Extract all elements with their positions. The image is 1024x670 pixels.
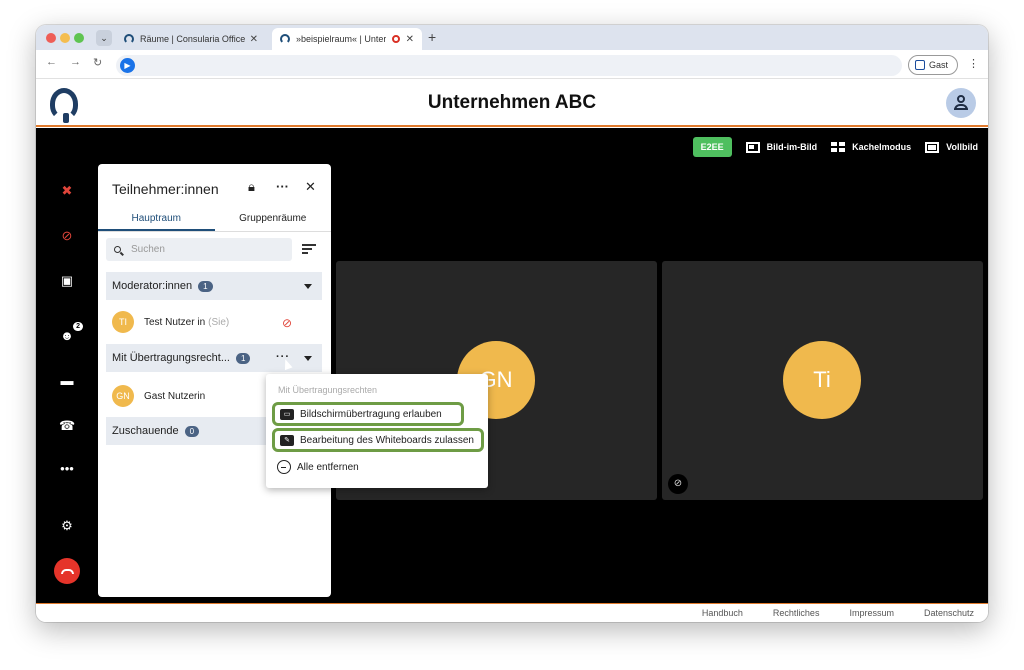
screen-share-icon: ▭ — [280, 408, 294, 420]
fullscreen-icon — [925, 141, 940, 153]
menu-item-allow-whiteboard[interactable]: ✎ Bearbeitung des Whiteboards zulassen — [272, 428, 484, 452]
tab-close-icon[interactable]: ✕ — [250, 34, 258, 45]
recording-icon — [391, 35, 400, 43]
panel-tabs: Hauptraum Gruppenräume — [98, 210, 331, 232]
mic-off-icon: ⊘ — [282, 316, 293, 330]
video-avatar: Ti — [783, 341, 861, 419]
profile-button[interactable]: Gast — [908, 55, 958, 75]
more-icon[interactable]: ••• — [59, 461, 75, 477]
search-input[interactable]: Suchen — [106, 238, 292, 261]
footer-link-datenschutz[interactable]: Datenschutz — [924, 608, 974, 618]
menu-item-allow-screenshare[interactable]: ▭ Bildschirmübertragung erlauben — [272, 402, 464, 426]
address-bar: ← → ↻ ▶ Gast ⋮ — [36, 50, 988, 79]
close-icon[interactable]: ✕ — [305, 179, 316, 195]
context-menu: Mit Übertragungsrechten ▭ Bildschirmüber… — [266, 374, 488, 488]
footer-link-rechtliches[interactable]: Rechtliches — [773, 608, 820, 618]
user-name: Gast Nutzerin — [144, 390, 206, 402]
menu-item-remove-all[interactable]: Alle entfernen — [272, 455, 359, 479]
tab-search-icon[interactable]: ⌄ — [96, 30, 112, 46]
control-sidebar: ✖ ⊘ ▣ ☻ 2 ▬ ☎ ••• ⚙ — [36, 128, 98, 603]
avatar: TI — [112, 311, 134, 333]
participants-icon[interactable]: ☻ 2 — [59, 322, 83, 344]
favicon-icon — [124, 34, 134, 44]
screen-share-icon[interactable]: ▣ — [59, 273, 75, 289]
tab-hauptraum[interactable]: Hauptraum — [98, 210, 215, 231]
mic-off-icon: ⊘ — [668, 474, 688, 494]
view-toolbar: E2EE Bild-im-Bild Kachelmodus Vollbild — [692, 137, 978, 157]
page-title: Unternehmen ABC — [427, 92, 597, 113]
new-tab-button[interactable]: + — [428, 29, 436, 45]
profile-label: Gast — [929, 60, 949, 70]
video-tile[interactable]: Ti ⊘ — [662, 261, 983, 500]
url-input[interactable]: ▶ — [116, 55, 902, 76]
favicon-icon — [280, 34, 290, 44]
forward-icon[interactable]: → — [70, 56, 81, 68]
maximize-window-icon[interactable] — [74, 33, 84, 43]
conference-stage: E2EE Bild-im-Bild Kachelmodus Vollbild ✖… — [36, 128, 988, 603]
menu-header: Mit Übertragungsrechten — [278, 385, 378, 395]
search-icon — [114, 246, 121, 253]
minimize-window-icon[interactable] — [60, 33, 70, 43]
fullscreen-button[interactable]: Vollbild — [925, 141, 978, 153]
self-indicator: (Sie) — [208, 316, 230, 328]
e2ee-badge[interactable]: E2EE — [692, 137, 732, 157]
app-header: Unternehmen ABC — [36, 80, 988, 127]
lock-icon[interactable]: 🔒︎ — [248, 179, 255, 195]
participants-count-badge: 2 — [73, 322, 83, 331]
search-placeholder: Suchen — [131, 244, 165, 255]
hangup-icon — [60, 568, 74, 574]
more-options-icon[interactable]: ··· — [276, 179, 289, 194]
tab-raeume[interactable]: Räume | Consularia Office ✕ — [116, 28, 266, 50]
user-name: Test Nutzer in — [144, 316, 206, 328]
grid-icon — [831, 141, 846, 153]
chevron-down-icon[interactable] — [304, 284, 312, 289]
tab-strip: ⌄ Räume | Consularia Office ✕ »beispielr… — [36, 25, 988, 50]
avatar: GN — [112, 385, 134, 407]
pip-button[interactable]: Bild-im-Bild — [745, 141, 817, 153]
chevron-down-icon[interactable] — [304, 356, 312, 361]
remove-icon — [277, 460, 291, 474]
reload-icon[interactable]: ↻ — [93, 56, 102, 69]
panel-title: Teilnehmer:innen — [112, 181, 219, 197]
browser-menu-icon[interactable]: ⋮ — [968, 57, 979, 70]
settings-gear-icon[interactable]: ⚙ — [59, 518, 75, 534]
profile-icon — [915, 60, 925, 70]
sort-icon[interactable] — [302, 244, 316, 256]
camera-permission-icon[interactable]: ▶ — [120, 58, 135, 73]
browser-window: ⌄ Räume | Consularia Office ✕ »beispielr… — [36, 25, 988, 622]
footer: Handbuch Rechtliches Impressum Datenschu… — [36, 603, 988, 622]
tab-title: Räume | Consularia Office — [140, 34, 246, 44]
camera-off-icon[interactable]: ✖ — [59, 183, 75, 199]
footer-link-impressum[interactable]: Impressum — [849, 608, 894, 618]
tab-title: »beispielraum« | Unternehmen — [296, 34, 386, 44]
call-icon[interactable]: ☎ — [59, 418, 75, 434]
user-icon — [957, 95, 965, 103]
hangup-button[interactable] — [54, 558, 80, 584]
group-moderators[interactable]: Moderator:innen 1 — [106, 272, 322, 300]
tab-gruppenraeume[interactable]: Gruppenräume — [215, 210, 332, 231]
footer-link-handbuch[interactable]: Handbuch — [702, 608, 743, 618]
user-avatar-button[interactable] — [946, 88, 976, 118]
back-icon[interactable]: ← — [46, 56, 57, 68]
group-count-badge: 0 — [184, 425, 200, 437]
list-item[interactable]: TI Test Nutzer in (Sie) — [112, 311, 229, 333]
pip-icon — [745, 141, 760, 153]
whiteboard-icon: ✎ — [280, 434, 294, 446]
group-count-badge: 1 — [236, 352, 251, 364]
chat-icon[interactable]: ▬ — [59, 373, 75, 389]
tab-close-icon[interactable]: ✕ — [406, 34, 414, 45]
tile-mode-button[interactable]: Kachelmodus — [831, 141, 911, 153]
group-count-badge: 1 — [198, 280, 213, 292]
tab-beispielraum[interactable]: »beispielraum« | Unternehmen ✕ — [272, 28, 422, 50]
close-window-icon[interactable] — [46, 33, 56, 43]
mic-off-icon[interactable]: ⊘ — [59, 228, 75, 244]
list-item[interactable]: GN Gast Nutzerin — [112, 385, 205, 407]
